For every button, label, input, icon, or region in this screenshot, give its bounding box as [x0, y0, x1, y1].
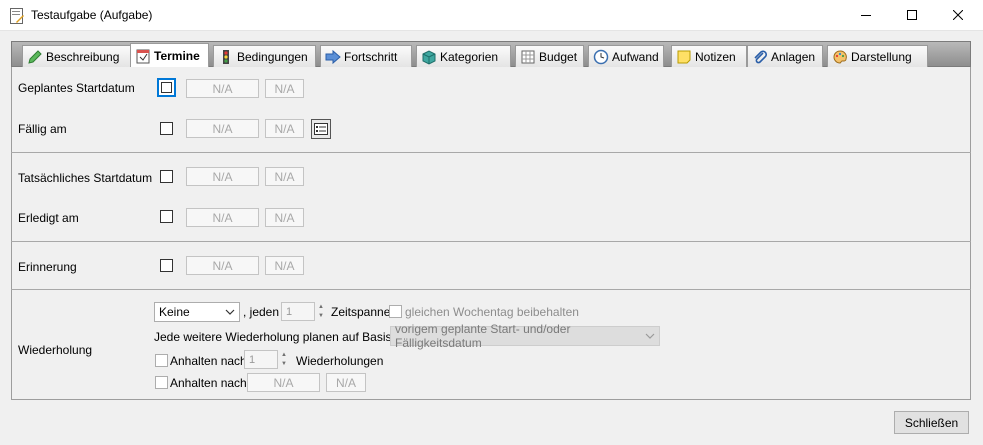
arrow-right-icon — [325, 49, 341, 64]
close-button[interactable]: Schließen — [894, 411, 969, 434]
due-time-field[interactable]: N/A — [265, 119, 304, 138]
done-date-field[interactable]: N/A — [186, 208, 259, 227]
recurrence-label: Wiederholung — [18, 343, 93, 357]
pencil-icon — [28, 49, 42, 64]
basis-value: vorigem geplante Start- und/oder Fälligk… — [395, 322, 571, 350]
termine-panel — [11, 67, 971, 400]
interval-input[interactable]: 1 — [281, 302, 315, 321]
frequency-value: Keine — [159, 305, 190, 319]
due-label: Fällig am — [18, 122, 67, 136]
spin-up-icon: ▲ — [318, 303, 324, 310]
reminder-label: Erinnerung — [18, 260, 77, 274]
maximize-button[interactable] — [889, 0, 935, 30]
close-window-button[interactable] — [935, 0, 981, 30]
stop-on-date-label: Anhalten nach — [170, 376, 247, 390]
stop-after-count-checkbox[interactable] — [155, 354, 168, 367]
tab-bedingungen[interactable]: Bedingungen — [213, 45, 316, 67]
clock-icon — [593, 49, 609, 64]
tab-aufwand[interactable]: Aufwand — [588, 45, 664, 67]
done-checkbox[interactable] — [160, 210, 173, 223]
stop-after-count-stepper[interactable]: ▲ ▼ — [278, 350, 290, 369]
reminder-time-field[interactable]: N/A — [265, 256, 304, 275]
note-icon — [677, 50, 691, 63]
due-checkbox[interactable] — [160, 122, 173, 135]
actual-start-time-field[interactable]: N/A — [265, 167, 304, 186]
tab-termine[interactable]: Termine — [130, 43, 209, 68]
planned-start-label: Geplantes Startdatum — [18, 81, 135, 95]
tab-budget[interactable]: Budget — [515, 45, 584, 67]
stop-on-date-field[interactable]: N/A — [247, 373, 320, 392]
separator — [11, 289, 971, 290]
separator — [11, 152, 971, 153]
tab-beschreibung[interactable]: Beschreibung — [22, 45, 133, 67]
frequency-dropdown[interactable]: Keine — [154, 302, 240, 322]
title-bar: Testaufgabe (Aufgabe) — [0, 0, 983, 31]
spin-down-icon: ▼ — [281, 361, 287, 368]
planned-start-time-field[interactable]: N/A — [265, 79, 304, 98]
interval-unit-label: Zeitspanne — [331, 305, 391, 319]
stop-after-count-label: Anhalten nach — [170, 354, 247, 368]
due-date-field[interactable]: N/A — [186, 119, 259, 138]
minimize-icon — [861, 15, 871, 16]
planned-start-checkbox[interactable] — [157, 78, 176, 97]
interval-stepper[interactable]: ▲ ▼ — [315, 302, 327, 321]
tab-fortschritt[interactable]: Fortschritt — [320, 45, 412, 67]
same-weekday-checkbox[interactable] — [389, 305, 402, 318]
actual-start-checkbox[interactable] — [160, 170, 173, 183]
tab-notizen[interactable]: Notizen — [671, 45, 747, 67]
tab-strip: Beschreibung Termine Bedingungen Fortsch… — [11, 41, 971, 68]
traffic-light-icon — [223, 49, 229, 64]
spin-up-icon: ▲ — [281, 351, 287, 358]
every-label: , jeden — [243, 305, 280, 319]
planned-start-date-field[interactable]: N/A — [186, 79, 259, 98]
actual-start-label: Tatsächliches Startdatum — [18, 171, 153, 185]
spreadsheet-icon — [521, 50, 535, 63]
maximize-icon — [907, 10, 917, 20]
done-time-field[interactable]: N/A — [265, 208, 304, 227]
minimize-button[interactable] — [843, 0, 889, 30]
actual-start-date-field[interactable]: N/A — [186, 167, 259, 186]
separator — [11, 241, 971, 242]
stop-after-count-input[interactable]: 1 — [244, 350, 278, 369]
tab-anlagen[interactable]: Anlagen — [747, 45, 823, 67]
stop-on-date-checkbox[interactable] — [155, 376, 168, 389]
reminder-checkbox[interactable] — [160, 259, 173, 272]
spin-down-icon: ▼ — [318, 313, 324, 320]
task-app-icon — [10, 8, 24, 24]
paperclip-icon — [754, 50, 767, 63]
chevron-down-icon — [225, 309, 235, 315]
palette-icon — [833, 50, 847, 64]
basis-dropdown[interactable]: vorigem geplante Start- und/oder Fälligk… — [390, 322, 660, 350]
basis-label: Jede weitere Wiederholung planen auf Bas… — [154, 330, 415, 344]
close-icon — [953, 10, 963, 20]
tab-darstellung[interactable]: Darstellung — [827, 45, 928, 67]
window-title: Testaufgabe (Aufgabe) — [31, 8, 153, 22]
tab-kategorien[interactable]: Kategorien — [416, 45, 511, 67]
done-label: Erledigt am — [18, 211, 79, 225]
stop-on-time-field[interactable]: N/A — [326, 373, 366, 392]
stop-after-count-unit: Wiederholungen — [296, 354, 384, 368]
cube-icon — [422, 49, 436, 65]
chevron-down-icon — [645, 333, 655, 339]
same-weekday-label: gleichen Wochentag beibehalten — [405, 305, 579, 319]
date-picker-button[interactable] — [311, 119, 331, 139]
list-icon — [314, 123, 328, 135]
calendar-icon — [136, 49, 150, 64]
reminder-date-field[interactable]: N/A — [186, 256, 259, 275]
